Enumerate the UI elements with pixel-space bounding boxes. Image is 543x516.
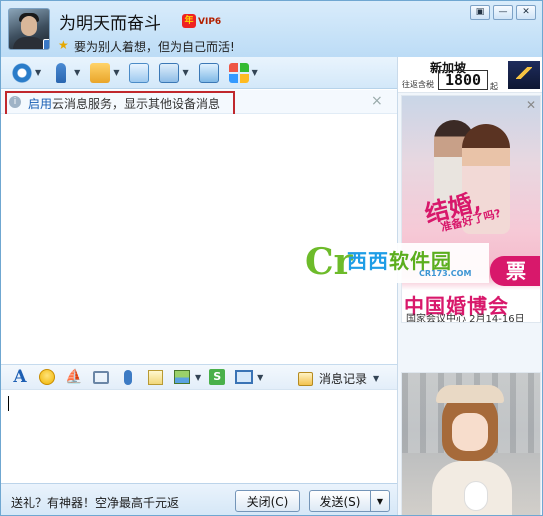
send-image-button[interactable] <box>171 367 193 387</box>
chevron-down-icon: ▼ <box>113 68 120 77</box>
apps-button[interactable]: ▼ <box>226 61 261 85</box>
picture-icon <box>174 370 190 384</box>
input-toolbar: A ⛵ ▼ S ▼ 消息记录 ▼ <box>1 364 397 390</box>
video-call-button[interactable]: ▼ <box>9 61 44 85</box>
vip-crown-icon: 年 <box>182 14 196 28</box>
vip-badge[interactable]: 年 VIP6 <box>182 14 223 30</box>
chat-bubble-plus-icon <box>129 62 150 83</box>
shake-button[interactable]: ⛵ <box>63 367 85 387</box>
contact-signature: 要为别人着想，但为自己而活! <box>74 40 235 54</box>
restore-button[interactable]: ▣ <box>470 5 490 20</box>
screenshot-button[interactable]: S <box>206 367 228 387</box>
watermark-url: CR173.COM <box>419 269 472 278</box>
folder-icon <box>90 62 111 83</box>
ad-ticket-label: 票 <box>490 256 540 286</box>
ad-from-label: 往返含税 <box>402 80 434 89</box>
site-watermark: Cr 西西软件园 CR173.COM <box>301 241 489 283</box>
mobile-online-icon <box>43 39 49 49</box>
share-screen-icon <box>198 62 219 83</box>
character-show-image[interactable] <box>401 372 541 515</box>
send-button[interactable]: 发送(S) <box>309 490 371 512</box>
text-caret <box>8 396 9 411</box>
promo-link[interactable]: 送礼？有神器！空净最高千元返 <box>11 494 179 511</box>
note-pen-icon <box>147 369 163 385</box>
chevron-down-icon[interactable]: ▼ <box>195 373 201 382</box>
scissors-icon: S <box>209 369 226 385</box>
watermark-logo: Cr <box>305 241 353 283</box>
vip-label: VIP6 <box>198 17 222 27</box>
chevron-down-icon[interactable]: ▼ <box>257 373 263 382</box>
travel-ad-banner[interactable]: 新加坡 往返含税 1800 起 <box>398 57 542 93</box>
airline-logo-icon <box>508 61 540 89</box>
chevron-down-icon: ▼ <box>373 374 380 383</box>
font-button[interactable]: A <box>9 367 31 387</box>
close-window-button[interactable]: ✕ <box>516 5 536 20</box>
right-ad-panel: 新加坡 往返含税 1800 起 结婚, 准备好了吗? 票 中国婚博会 国家会议中… <box>397 57 542 515</box>
close-icon[interactable]: × <box>371 93 383 109</box>
minimize-button[interactable]: — <box>493 5 513 20</box>
message-history-button[interactable]: 消息记录 ▼ <box>298 370 379 387</box>
send-file-button[interactable]: ▼ <box>87 61 122 85</box>
title-buttons: ▣ — ✕ <box>470 5 536 20</box>
avatar[interactable] <box>8 8 50 50</box>
main-toolbar: ▼ ▼ ▼ ▼ ▼ <box>1 57 397 89</box>
remote-desktop-icon <box>159 62 180 83</box>
close-ad-icon[interactable]: ✕ <box>526 98 536 112</box>
character-hat <box>436 385 504 403</box>
avatar-body <box>13 37 45 49</box>
chevron-down-icon: ▼ <box>251 68 258 77</box>
avatar-face <box>21 16 37 36</box>
video-camera-icon <box>12 62 32 83</box>
app-grid-icon <box>228 62 249 83</box>
chat-window: 为明天而奋斗 年 VIP6 ★ 要为别人着想，但为自己而活! ▣ — ✕ ▼ ▼… <box>0 0 543 516</box>
ad-expo-info: 国家会议中心 2月14-16日 <box>406 314 525 323</box>
window-header: 为明天而奋斗 年 VIP6 ★ 要为别人着想，但为自己而活! ▣ — ✕ <box>1 1 542 57</box>
video-message-button[interactable] <box>90 367 112 387</box>
microphone-icon <box>124 369 132 385</box>
voice-call-button[interactable]: ▼ <box>48 61 83 85</box>
ad-price: 1800 <box>438 70 488 90</box>
share-screen-button[interactable] <box>196 61 222 85</box>
screen-capture-button[interactable] <box>233 367 255 387</box>
history-icon <box>298 371 313 386</box>
wedding-expo-ad[interactable]: 结婚, 准备好了吗? 票 中国婚博会 国家会议中心 2月14-16日 <box>401 95 541 323</box>
smiley-icon <box>39 369 55 385</box>
watermark-title-part1: 西西 <box>347 249 389 273</box>
bunny-toy <box>464 481 488 511</box>
create-discussion-button[interactable] <box>126 61 152 85</box>
send-options-button[interactable]: ▼ <box>370 490 390 512</box>
chevron-down-icon: ▼ <box>35 68 42 77</box>
star-icon: ★ <box>58 38 69 52</box>
close-button[interactable]: 关闭(C) <box>235 490 300 512</box>
ad-price-suffix: 起 <box>490 82 498 91</box>
message-history-area[interactable] <box>1 114 397 364</box>
emoji-button[interactable] <box>36 367 58 387</box>
film-icon <box>93 370 109 384</box>
voice-message-button[interactable] <box>117 367 139 387</box>
message-input[interactable] <box>1 391 397 483</box>
chevron-down-icon: ▼ <box>74 68 81 77</box>
contact-nickname[interactable]: 为明天而奋斗 <box>59 9 161 34</box>
monitor-icon <box>235 370 254 384</box>
character-face <box>452 413 488 451</box>
remote-desktop-button[interactable]: ▼ <box>156 61 191 85</box>
chevron-down-icon: ▼ <box>182 68 189 77</box>
history-label: 消息记录 <box>319 372 368 386</box>
microphone-icon <box>56 62 67 83</box>
note-button[interactable] <box>144 367 166 387</box>
bottom-bar: 送礼？有神器！空净最高千元返 关闭(C) 发送(S) ▼ <box>1 483 397 515</box>
